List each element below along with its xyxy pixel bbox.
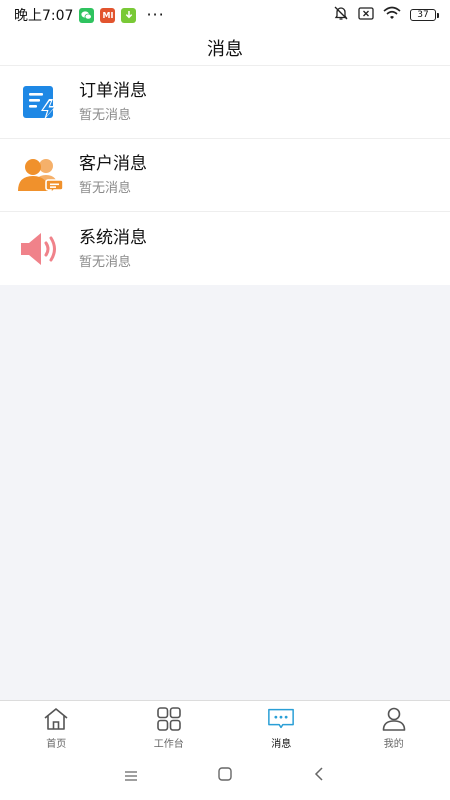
list-item-customer-messages[interactable]: 客户消息 暂无消息 bbox=[0, 139, 450, 212]
download-icon bbox=[121, 7, 137, 23]
back-button[interactable] bbox=[272, 756, 366, 796]
message-title: 系统消息 bbox=[79, 227, 147, 248]
sim-off-icon bbox=[358, 6, 374, 24]
message-subtitle: 暂无消息 bbox=[79, 254, 132, 270]
page-header: 消息 bbox=[0, 30, 450, 66]
tab-label: 首页 bbox=[46, 739, 67, 750]
grid-icon bbox=[155, 706, 183, 732]
tab-label: 我的 bbox=[383, 739, 404, 750]
message-title: 订单消息 bbox=[79, 81, 147, 101]
message-subtitle: 暂无消息 bbox=[79, 181, 132, 196]
message-subtitle: 暂无消息 bbox=[79, 108, 132, 123]
wechat-icon bbox=[79, 7, 95, 23]
bottom-tab-bar: 首页 工作台 消息 我的 bbox=[0, 700, 450, 752]
battery-icon: 37 bbox=[410, 9, 439, 21]
tab-mine[interactable]: 我的 bbox=[338, 701, 450, 752]
mi-icon: MI bbox=[100, 7, 116, 23]
list-item-system-messages[interactable]: 系统消息 暂无消息 bbox=[0, 212, 450, 285]
system-home-button[interactable] bbox=[178, 756, 272, 796]
system-navigation-bar bbox=[0, 752, 450, 800]
order-icon bbox=[15, 77, 65, 127]
clock: 晚上7:07 bbox=[14, 8, 74, 24]
home-icon bbox=[42, 706, 70, 732]
status-bar: 晚上7:07 MI ··· 37 bbox=[0, 0, 450, 30]
message-list: 订单消息 暂无消息 客户消息 暂无消息 系统消息 暂无消息 bbox=[0, 66, 450, 285]
tab-label: 工作台 bbox=[153, 739, 184, 750]
tab-workbench[interactable]: 工作台 bbox=[113, 701, 226, 752]
home-square-icon bbox=[217, 766, 233, 786]
list-item-order-messages[interactable]: 订单消息 暂无消息 bbox=[0, 66, 450, 139]
menu-icon bbox=[123, 767, 139, 786]
back-icon bbox=[313, 766, 325, 786]
person-icon bbox=[380, 706, 408, 732]
chat-icon bbox=[267, 706, 295, 732]
speaker-icon bbox=[15, 224, 65, 274]
mute-icon bbox=[333, 5, 349, 25]
tab-home[interactable]: 首页 bbox=[0, 701, 113, 752]
page-title: 消息 bbox=[207, 38, 243, 60]
message-title: 客户消息 bbox=[79, 154, 147, 174]
menu-button[interactable] bbox=[84, 756, 178, 796]
more-notifications: ··· bbox=[146, 5, 165, 24]
tab-label: 消息 bbox=[271, 739, 292, 750]
tab-messages[interactable]: 消息 bbox=[225, 701, 338, 752]
customers-icon bbox=[15, 150, 65, 200]
wifi-icon bbox=[383, 6, 401, 24]
